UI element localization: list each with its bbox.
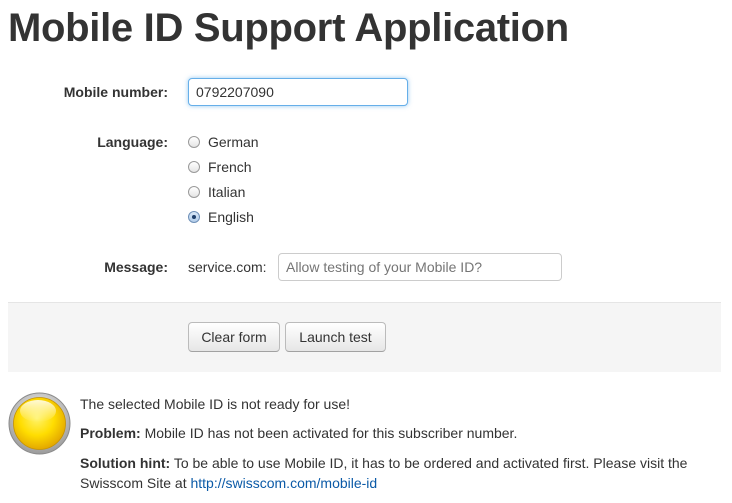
solution-text: To be able to use Mobile ID, it has to b…: [80, 455, 688, 491]
problem-text: Mobile ID has not been activated for thi…: [144, 425, 518, 441]
swisscom-mobile-id-link[interactable]: http://swisscom.com/mobile-id: [190, 475, 377, 491]
solution-label: Solution hint:: [80, 455, 171, 471]
radio-label-french: French: [208, 159, 252, 175]
message-input[interactable]: [278, 253, 562, 281]
clear-form-button[interactable]: Clear form: [188, 322, 280, 352]
message-label: Message:: [104, 259, 168, 275]
result-solution: Solution hint: To be able to use Mobile …: [80, 453, 720, 493]
radio-label-german: German: [208, 134, 259, 150]
radio-label-italian: Italian: [208, 184, 246, 200]
language-option-french[interactable]: French: [188, 157, 252, 177]
language-option-italian[interactable]: Italian: [188, 182, 245, 202]
page: Mobile ID Support Application Mobile num…: [0, 0, 732, 503]
language-option-german[interactable]: German: [188, 132, 259, 152]
page-title: Mobile ID Support Application: [8, 6, 569, 50]
radio-german[interactable]: [188, 136, 200, 148]
mobile-number-label: Mobile number:: [63, 84, 168, 100]
radio-english[interactable]: [188, 211, 200, 223]
mobile-number-input[interactable]: [188, 78, 408, 106]
result-problem: Problem: Mobile ID has not been activate…: [80, 423, 720, 443]
launch-test-button[interactable]: Launch test: [285, 322, 386, 352]
radio-french[interactable]: [188, 161, 200, 173]
yellow-status-light-icon: [8, 392, 71, 455]
radio-label-english: English: [208, 209, 254, 225]
radio-italian[interactable]: [188, 186, 200, 198]
language-option-english[interactable]: English: [188, 207, 254, 227]
message-prefix: service.com:: [188, 259, 267, 275]
form-actions: Clear form Launch test: [8, 302, 721, 372]
result-summary: The selected Mobile ID is not ready for …: [80, 396, 351, 412]
language-label: Language:: [97, 134, 168, 150]
problem-label: Problem:: [80, 425, 141, 441]
